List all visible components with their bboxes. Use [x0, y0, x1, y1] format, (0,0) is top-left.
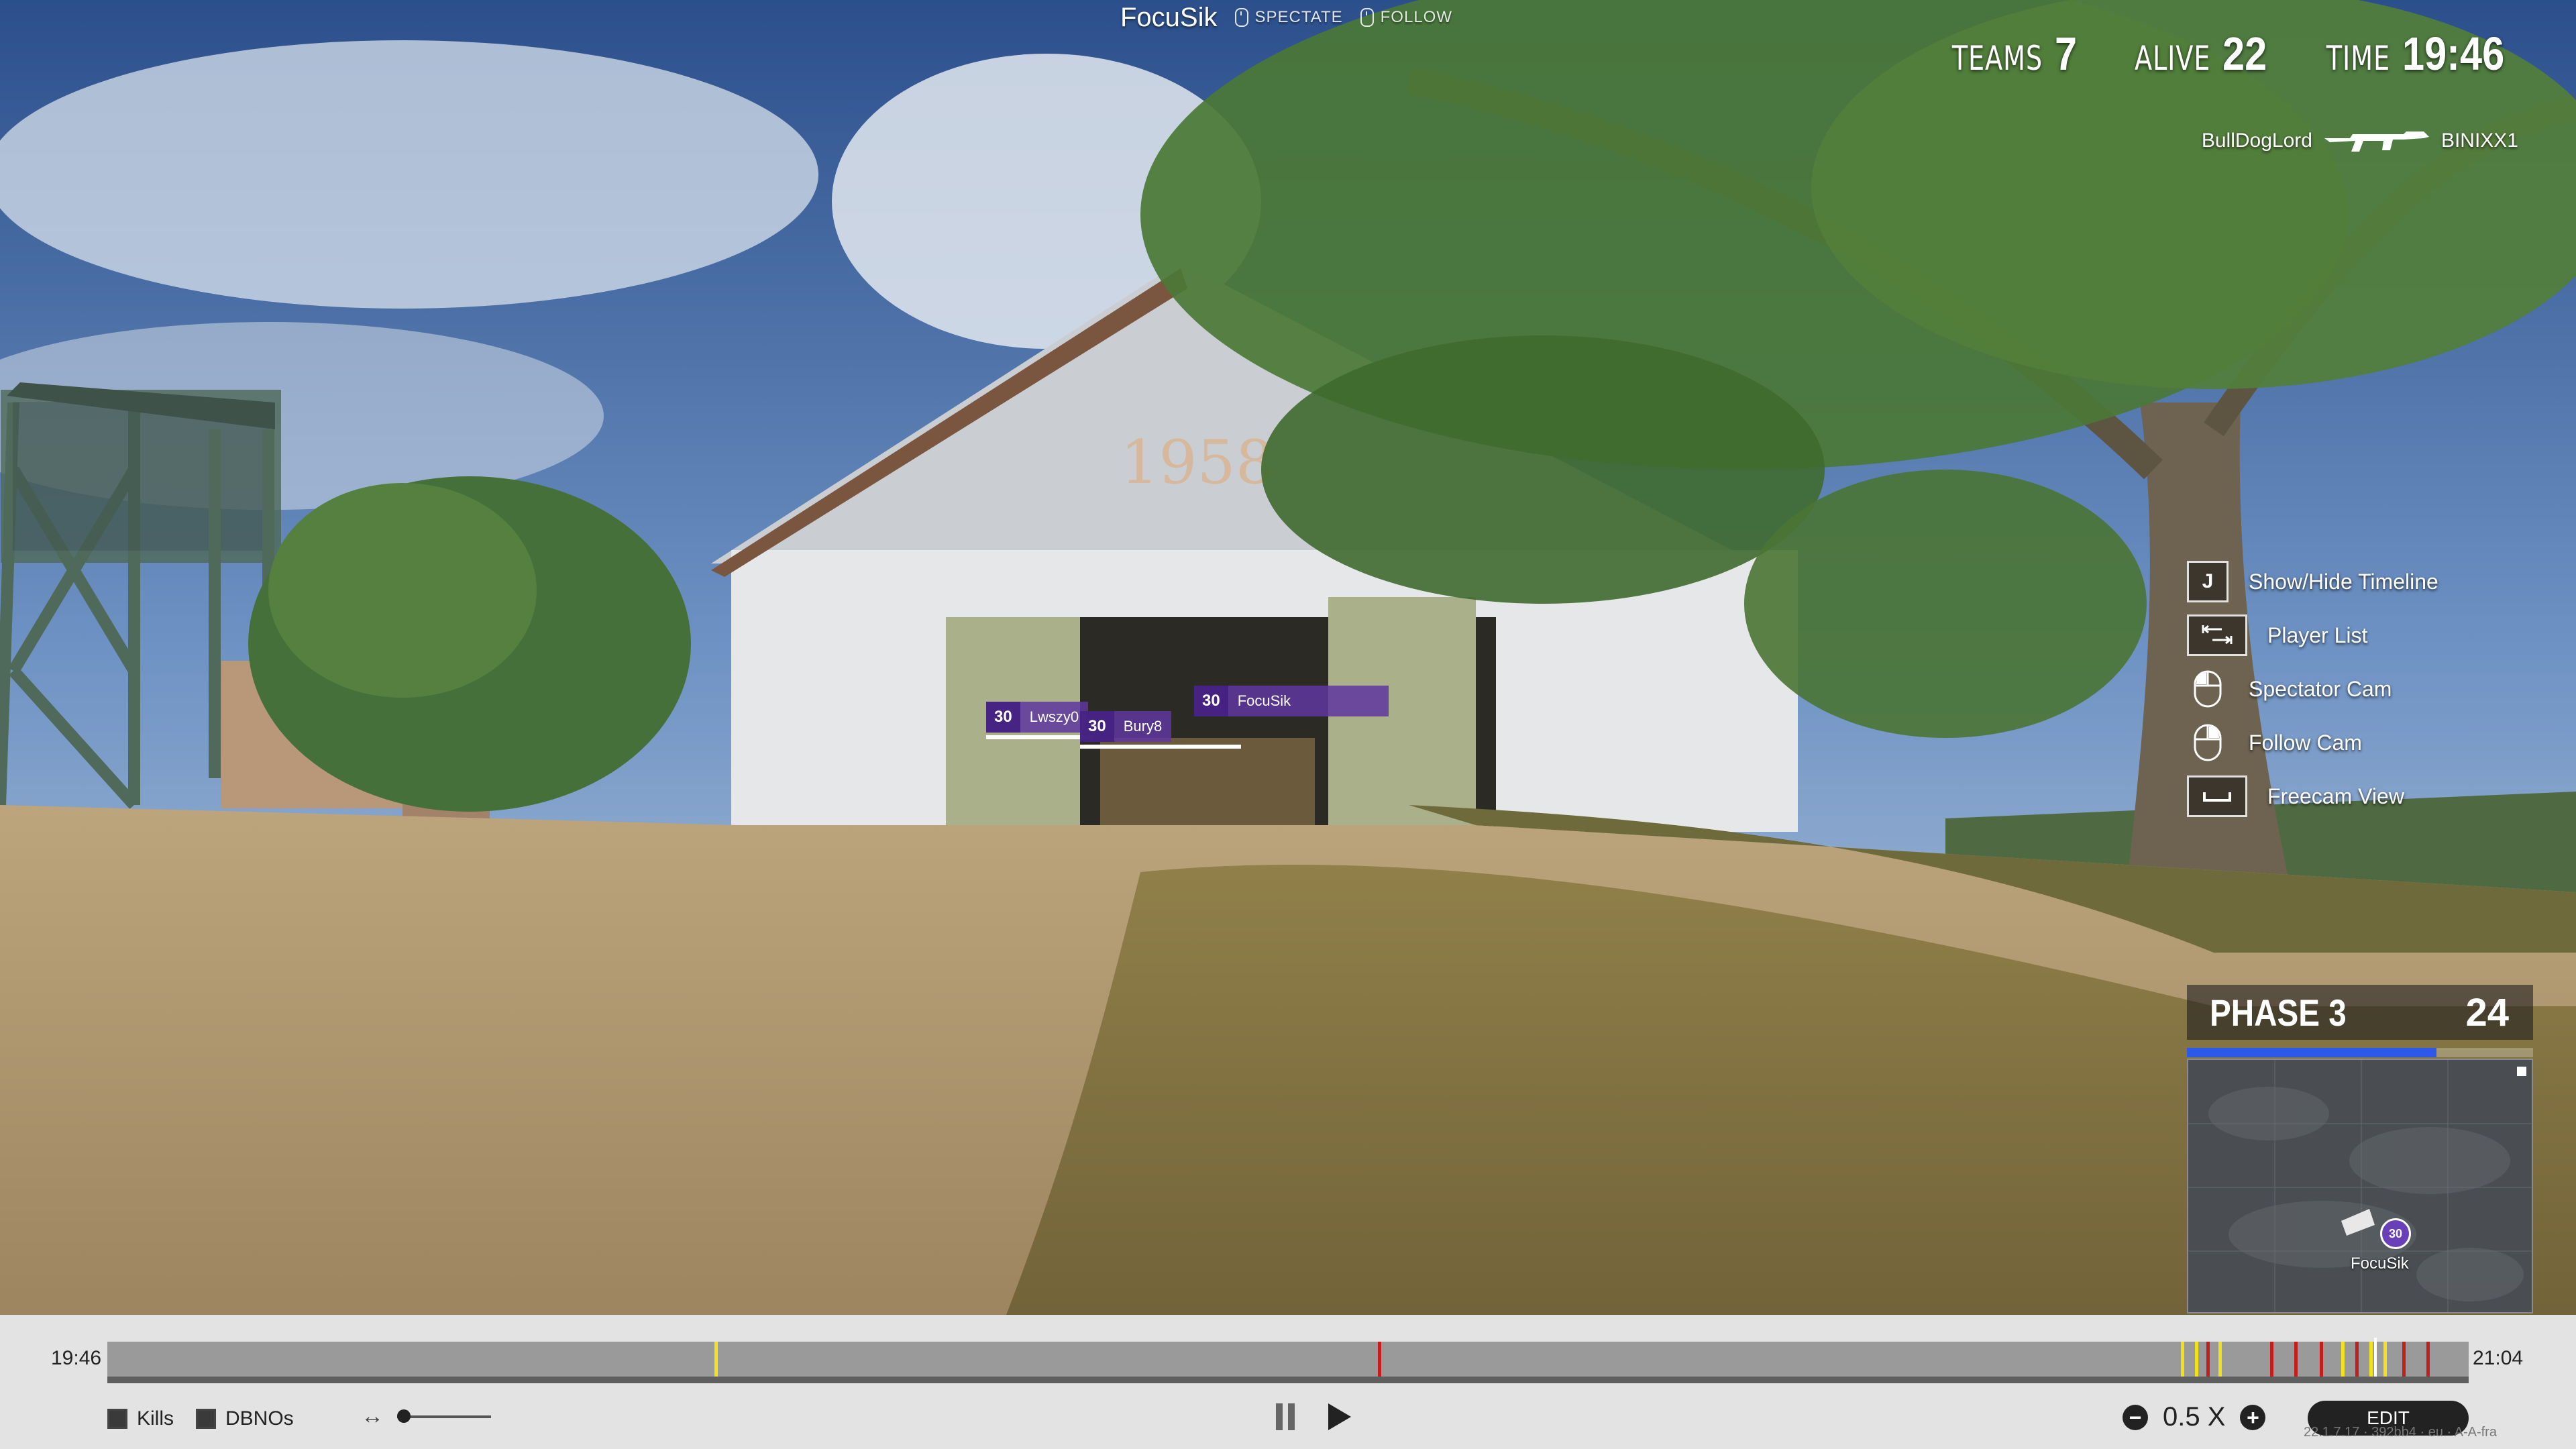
version-string: 22.1.7.17 · 392bb4 · eu · A-A-fra — [2304, 1425, 2497, 1440]
pause-button[interactable] — [1272, 1403, 1299, 1430]
phase-progress-bar — [2187, 1048, 2533, 1057]
kills-checkbox[interactable] — [107, 1409, 127, 1429]
hint-label: Freecam View — [2267, 784, 2404, 808]
zoom-slider-knob[interactable] — [397, 1409, 411, 1423]
follow-label: FOLLOW — [1380, 8, 1452, 26]
phase-progress-fill — [2187, 1048, 2436, 1057]
minimap-terrain — [2188, 1060, 2532, 1312]
alive-label: ALIVE — [2134, 39, 2211, 78]
team-number: 30 — [1194, 686, 1228, 716]
hint-show-hide-timeline[interactable]: J Show/Hide Timeline — [2187, 561, 2438, 602]
phase-countdown: 24 — [2465, 990, 2509, 1034]
timeline-event-marker[interactable] — [714, 1342, 718, 1377]
health-bar — [986, 735, 1093, 739]
hint-label: Player List — [2267, 623, 2368, 647]
minimap[interactable]: 30 FocuSik — [2187, 1059, 2533, 1313]
time-label: TIME — [2326, 39, 2390, 78]
mouse-right-icon — [2187, 722, 2229, 763]
mouse-left-icon — [1234, 8, 1248, 27]
timeline-event-marker[interactable] — [1378, 1342, 1381, 1377]
player-nametag[interactable]: 30 FocuSik — [1194, 686, 1389, 716]
player-nametag[interactable]: 30 Bury8 — [1080, 711, 1241, 749]
svg-text:1958: 1958 — [1120, 427, 1274, 498]
hint-freecam-view[interactable]: Freecam View — [2187, 775, 2438, 817]
phase-label: PHASE 3 — [2210, 991, 2347, 1034]
timeline-event-marker[interactable] — [2206, 1342, 2210, 1377]
team-number: 30 — [986, 702, 1020, 733]
alive-count: 22 — [2222, 28, 2267, 80]
time-stat: TIME 19:46 — [2315, 27, 2522, 80]
timeline-start-time: 19:46 — [51, 1347, 102, 1369]
hint-follow-cam[interactable]: Follow Cam — [2187, 724, 2438, 761]
timeline-event-marker[interactable] — [2270, 1342, 2273, 1377]
player-nametag[interactable]: 30 Lwszy0 — [986, 702, 1093, 739]
spectate-mode-button[interactable]: SPECTATE — [1234, 8, 1343, 27]
spectate-bar: FocuSik SPECTATE FOLLOW — [1120, 3, 1452, 32]
timeline-event-marker[interactable] — [2341, 1342, 2345, 1377]
timeline-event-marker[interactable] — [2426, 1342, 2430, 1377]
speed-increase-button[interactable]: + — [2240, 1404, 2266, 1430]
pause-icon — [1276, 1403, 1283, 1430]
timeline-progress-line — [107, 1377, 2469, 1383]
timeline-event-marker[interactable] — [2195, 1342, 2198, 1377]
phase-indicator: PHASE 3 24 — [2187, 985, 2533, 1040]
follow-mode-button[interactable]: FOLLOW — [1360, 8, 1452, 27]
timeline-playhead[interactable] — [2374, 1338, 2377, 1381]
team-number: 30 — [1080, 711, 1114, 742]
minimap-player-label: FocuSik — [2351, 1254, 2409, 1273]
timeline-event-marker[interactable] — [2383, 1342, 2387, 1377]
player-name: Bury8 — [1123, 718, 1163, 735]
timeline-event-marker[interactable] — [2181, 1342, 2184, 1377]
timeline-zoom: ↔ — [361, 1403, 491, 1430]
player-map-marker: 30 — [2380, 1218, 2411, 1249]
timeline-zoom-slider[interactable] — [397, 1409, 491, 1423]
tab-key-icon — [2187, 614, 2247, 656]
timeline-event-marker[interactable] — [2218, 1342, 2222, 1377]
kills-label: Kills — [137, 1407, 174, 1430]
match-stats: TEAMS 7 ALIVE 22 TIME 19:46 — [1936, 27, 2522, 80]
horizontal-arrows-icon: ↔ — [361, 1403, 384, 1429]
teams-count: 7 — [2054, 28, 2078, 80]
victim-name: BINIXX1 — [2440, 129, 2518, 152]
kill-feed-entry: BullDogLord BINIXX1 — [2202, 126, 2518, 156]
controls-hint-panel: J Show/Hide Timeline Player List Spectat… — [2187, 561, 2438, 817]
hint-label: Show/Hide Timeline — [2249, 569, 2438, 594]
player-name: FocuSik — [1237, 692, 1291, 709]
space-key-icon — [2187, 775, 2247, 817]
playback-speed: − 0.5 X + — [2123, 1402, 2266, 1432]
spectate-label: SPECTATE — [1254, 8, 1343, 26]
timeline-event-marker[interactable] — [2369, 1342, 2373, 1377]
hint-label: Follow Cam — [2249, 730, 2362, 755]
dbnos-label: DBNOs — [225, 1407, 294, 1430]
speed-value: 0.5 X — [2163, 1402, 2226, 1432]
teams-stat: TEAMS 7 — [1936, 27, 2081, 80]
killer-name: BullDogLord — [2201, 129, 2312, 152]
play-button[interactable] — [1328, 1403, 1351, 1430]
timeline-event-marker[interactable] — [2320, 1342, 2323, 1377]
timeline-track[interactable] — [107, 1338, 2469, 1381]
timeline-event-marker[interactable] — [2355, 1342, 2359, 1377]
player-name: Lwszy0 — [1029, 708, 1079, 725]
kills-toggle[interactable]: Kills — [107, 1407, 174, 1430]
mouse-left-icon — [2187, 668, 2229, 710]
key-j: J — [2187, 561, 2229, 602]
timeline-controls: Kills DBNOs ↔ − 0.5 X + EDIT 22.1.7.17 ·… — [0, 1389, 2576, 1442]
match-time: 19:46 — [2402, 28, 2505, 80]
mouse-right-icon — [1360, 8, 1374, 27]
health-bar — [1080, 745, 1241, 749]
alive-stat: ALIVE 22 — [2121, 27, 2275, 80]
dbnos-toggle[interactable]: DBNOs — [196, 1407, 294, 1430]
hint-player-list[interactable]: Player List — [2187, 614, 2438, 656]
teams-label: TEAMS — [1951, 39, 2043, 78]
replay-timeline: 19:46 21:04 Kills DBNOs ↔ − 0.5 X + EDIT — [0, 1315, 2576, 1449]
hint-label: Spectator Cam — [2249, 676, 2392, 701]
timeline-event-marker[interactable] — [2294, 1342, 2298, 1377]
assault-rifle-icon — [2324, 131, 2429, 152]
dbnos-checkbox[interactable] — [196, 1409, 216, 1429]
timeline-event-marker[interactable] — [2402, 1342, 2406, 1377]
timeline-end-time: 21:04 — [2473, 1347, 2524, 1369]
hint-spectator-cam[interactable]: Spectator Cam — [2187, 668, 2438, 710]
spectated-player-name: FocuSik — [1120, 2, 1218, 32]
speed-decrease-button[interactable]: − — [2123, 1404, 2148, 1430]
